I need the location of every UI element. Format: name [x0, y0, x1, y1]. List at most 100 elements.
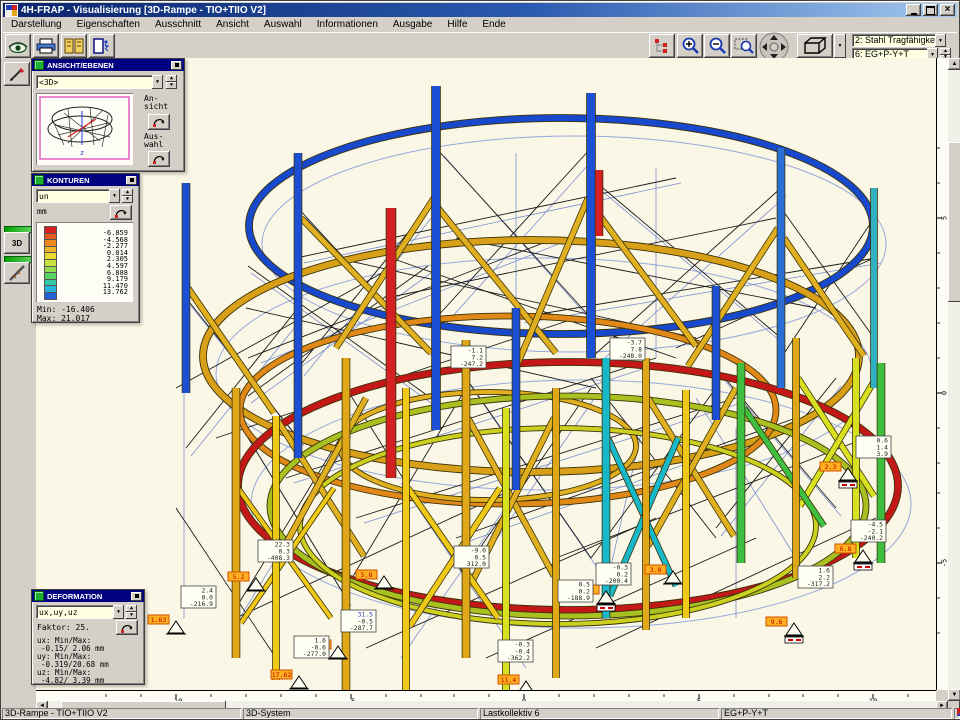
deformation-panel-close-button[interactable]: [131, 592, 142, 601]
spin-down-icon[interactable]: ▼: [126, 612, 137, 619]
vertical-scroll-thumb[interactable]: [948, 142, 960, 302]
deformation-panel-titlebar[interactable]: DEFORMATION: [32, 590, 144, 602]
deformation-row-value-0: -0.15/ 2.06 mm: [37, 645, 142, 653]
spin-up-icon[interactable]: ▲: [122, 189, 133, 196]
deformation-row-value-2: -4.82/ 3.39 mm: [37, 677, 142, 685]
cube-icon: [801, 37, 829, 55]
ansicht-panel-titlebar[interactable]: ANSICHT/EBENEN: [32, 59, 184, 71]
result-combo[interactable]: 2: Stahl Tragfähigkeit (Th. 2. O: [852, 34, 940, 47]
legend-max: Max: 21.017: [37, 315, 90, 323]
svg-text:3.8: 3.8: [650, 566, 662, 574]
spin-down-icon[interactable]: ▼: [122, 196, 133, 203]
exit-button[interactable]: [89, 34, 115, 58]
deformation-row-value-1: -0.319/20.68 mm: [37, 661, 142, 669]
arrow-up-icon: ▲: [952, 61, 958, 67]
library-button[interactable]: [61, 34, 87, 58]
exit-door-icon: [92, 38, 112, 54]
spin-up-icon[interactable]: ▲: [166, 75, 177, 82]
view-combo-arrow[interactable]: ▼: [152, 75, 163, 89]
status-field-1: 3D-System: [243, 708, 478, 719]
svg-text:3.9: 3.9: [876, 450, 888, 458]
spin-up-icon[interactable]: ▲: [126, 605, 137, 612]
view-cube-button[interactable]: [797, 34, 833, 58]
result-combo-arrow[interactable]: ▼: [935, 34, 946, 47]
deformation-panel: DEFORMATION ux,uy,uz ▼ ▲▼ Faktor: 25. ux…: [31, 589, 145, 685]
menu-item-ansicht[interactable]: Ansicht: [216, 19, 249, 30]
preview-z-axis-label: z: [80, 149, 84, 157]
component-spinner[interactable]: ▲▼: [126, 605, 137, 619]
zoom-out-button[interactable]: [704, 34, 730, 58]
menu-item-hilfe[interactable]: Hilfe: [447, 19, 467, 30]
menu-item-ausschnitt[interactable]: Ausschnitt: [155, 19, 201, 30]
view-settings-button[interactable]: [5, 34, 31, 58]
status-field-0: 3D-Rampe - TIO+TIIO V2: [2, 708, 241, 719]
quantity-combo[interactable]: un: [36, 189, 114, 203]
zoom-out-icon: [707, 36, 727, 56]
component-combo[interactable]: ux,uy,uz: [36, 605, 118, 619]
view-combo[interactable]: <3D>: [36, 75, 157, 89]
menu-item-eigenschaften[interactable]: Eigenschaften: [77, 19, 140, 30]
redo-arrow-icon: [152, 116, 166, 128]
zoom-in-button[interactable]: [677, 34, 703, 58]
menu-item-ende[interactable]: Ende: [482, 19, 505, 30]
menu-item-auswahl[interactable]: Auswahl: [264, 19, 302, 30]
panel-icon: [34, 175, 44, 185]
view-cube-dropdown[interactable]: ▼: [834, 34, 846, 58]
zoom-window-button[interactable]: [731, 34, 757, 58]
edit-pencil-button[interactable]: [4, 62, 30, 86]
menu-item-informationen[interactable]: Informationen: [317, 19, 378, 30]
ansicht-apply-button[interactable]: [148, 114, 170, 130]
spin-down-icon[interactable]: ▼: [166, 82, 177, 89]
vertical-scrollbar[interactable]: ▲ ▼: [948, 58, 960, 701]
component-combo-arrow[interactable]: ▼: [113, 605, 124, 619]
model-preview: z: [38, 95, 131, 163]
deformation-panel-title: DEFORMATION: [47, 592, 102, 601]
books-icon: [64, 38, 84, 54]
ansicht-label: An- sicht: [144, 95, 168, 111]
close-icon: [130, 178, 134, 182]
menu-item-ausgabe[interactable]: Ausgabe: [393, 19, 432, 30]
auswahl-label: Aus- wahl: [144, 133, 163, 149]
ansicht-panel-close-button[interactable]: [171, 61, 182, 70]
close-button[interactable]: ×: [940, 4, 955, 16]
print-button[interactable]: [33, 34, 59, 58]
minimize-button[interactable]: [906, 4, 921, 16]
arrow-down-icon: ▼: [952, 692, 958, 698]
mini-panel-3d-button[interactable]: 3D: [4, 232, 30, 254]
svg-text:312.0: 312.0: [467, 560, 486, 568]
mini-3d-label: 3D: [12, 239, 22, 248]
legend-min: Min: -16.406: [37, 306, 95, 314]
status-corner: [954, 708, 960, 719]
redo-arrow-icon: [120, 622, 134, 634]
scroll-down-button[interactable]: ▼: [948, 689, 960, 701]
quantity-combo-arrow[interactable]: ▼: [109, 189, 120, 203]
component-combo-value: ux,uy,uz: [39, 607, 78, 618]
structure-tree-button[interactable]: [649, 34, 675, 58]
svg-text:9.6: 9.6: [771, 618, 783, 626]
result-combo-value: 2: Stahl Tragfähigkeit (Th. 2. O: [855, 35, 940, 46]
close-icon: [175, 63, 179, 67]
legend-value-9: 13.762: [103, 289, 128, 296]
zoom-rect-icon: [734, 36, 754, 56]
status-field-2: Lastkollektiv 6: [480, 708, 719, 719]
maximize-button[interactable]: [923, 4, 938, 16]
faktor-apply-button[interactable]: [116, 620, 138, 635]
quantity-combo-value: un: [39, 191, 49, 202]
view-combo-value: <3D>: [39, 77, 58, 88]
unit-apply-button[interactable]: [110, 205, 132, 220]
menu-item-darstellung[interactable]: Darstellung: [11, 19, 62, 30]
ansicht-panel-title: ANSICHT/EBENEN: [47, 61, 114, 70]
konturen-panel-titlebar[interactable]: KONTUREN: [32, 174, 139, 186]
status-bar: 3D-Rampe - TIO+TIIO V23D-SystemLastkolle…: [1, 708, 960, 719]
scroll-up-button[interactable]: ▲: [948, 58, 960, 70]
svg-text:-188.9: -188.9: [567, 594, 590, 602]
title-bar: 4H-FRAP - Visualisierung [3D-Rampe - TIO…: [3, 3, 957, 17]
view-spinner[interactable]: ▲▼: [166, 75, 177, 89]
konturen-panel-title: KONTUREN: [47, 176, 90, 185]
mini-panel-measure-button[interactable]: [4, 262, 30, 284]
chevron-down-icon: ▼: [156, 79, 159, 85]
quantity-spinner[interactable]: ▲▼: [122, 189, 133, 203]
auswahl-apply-button[interactable]: [148, 151, 170, 167]
view-preview-box: z: [36, 93, 133, 165]
konturen-panel-close-button[interactable]: [126, 176, 137, 185]
